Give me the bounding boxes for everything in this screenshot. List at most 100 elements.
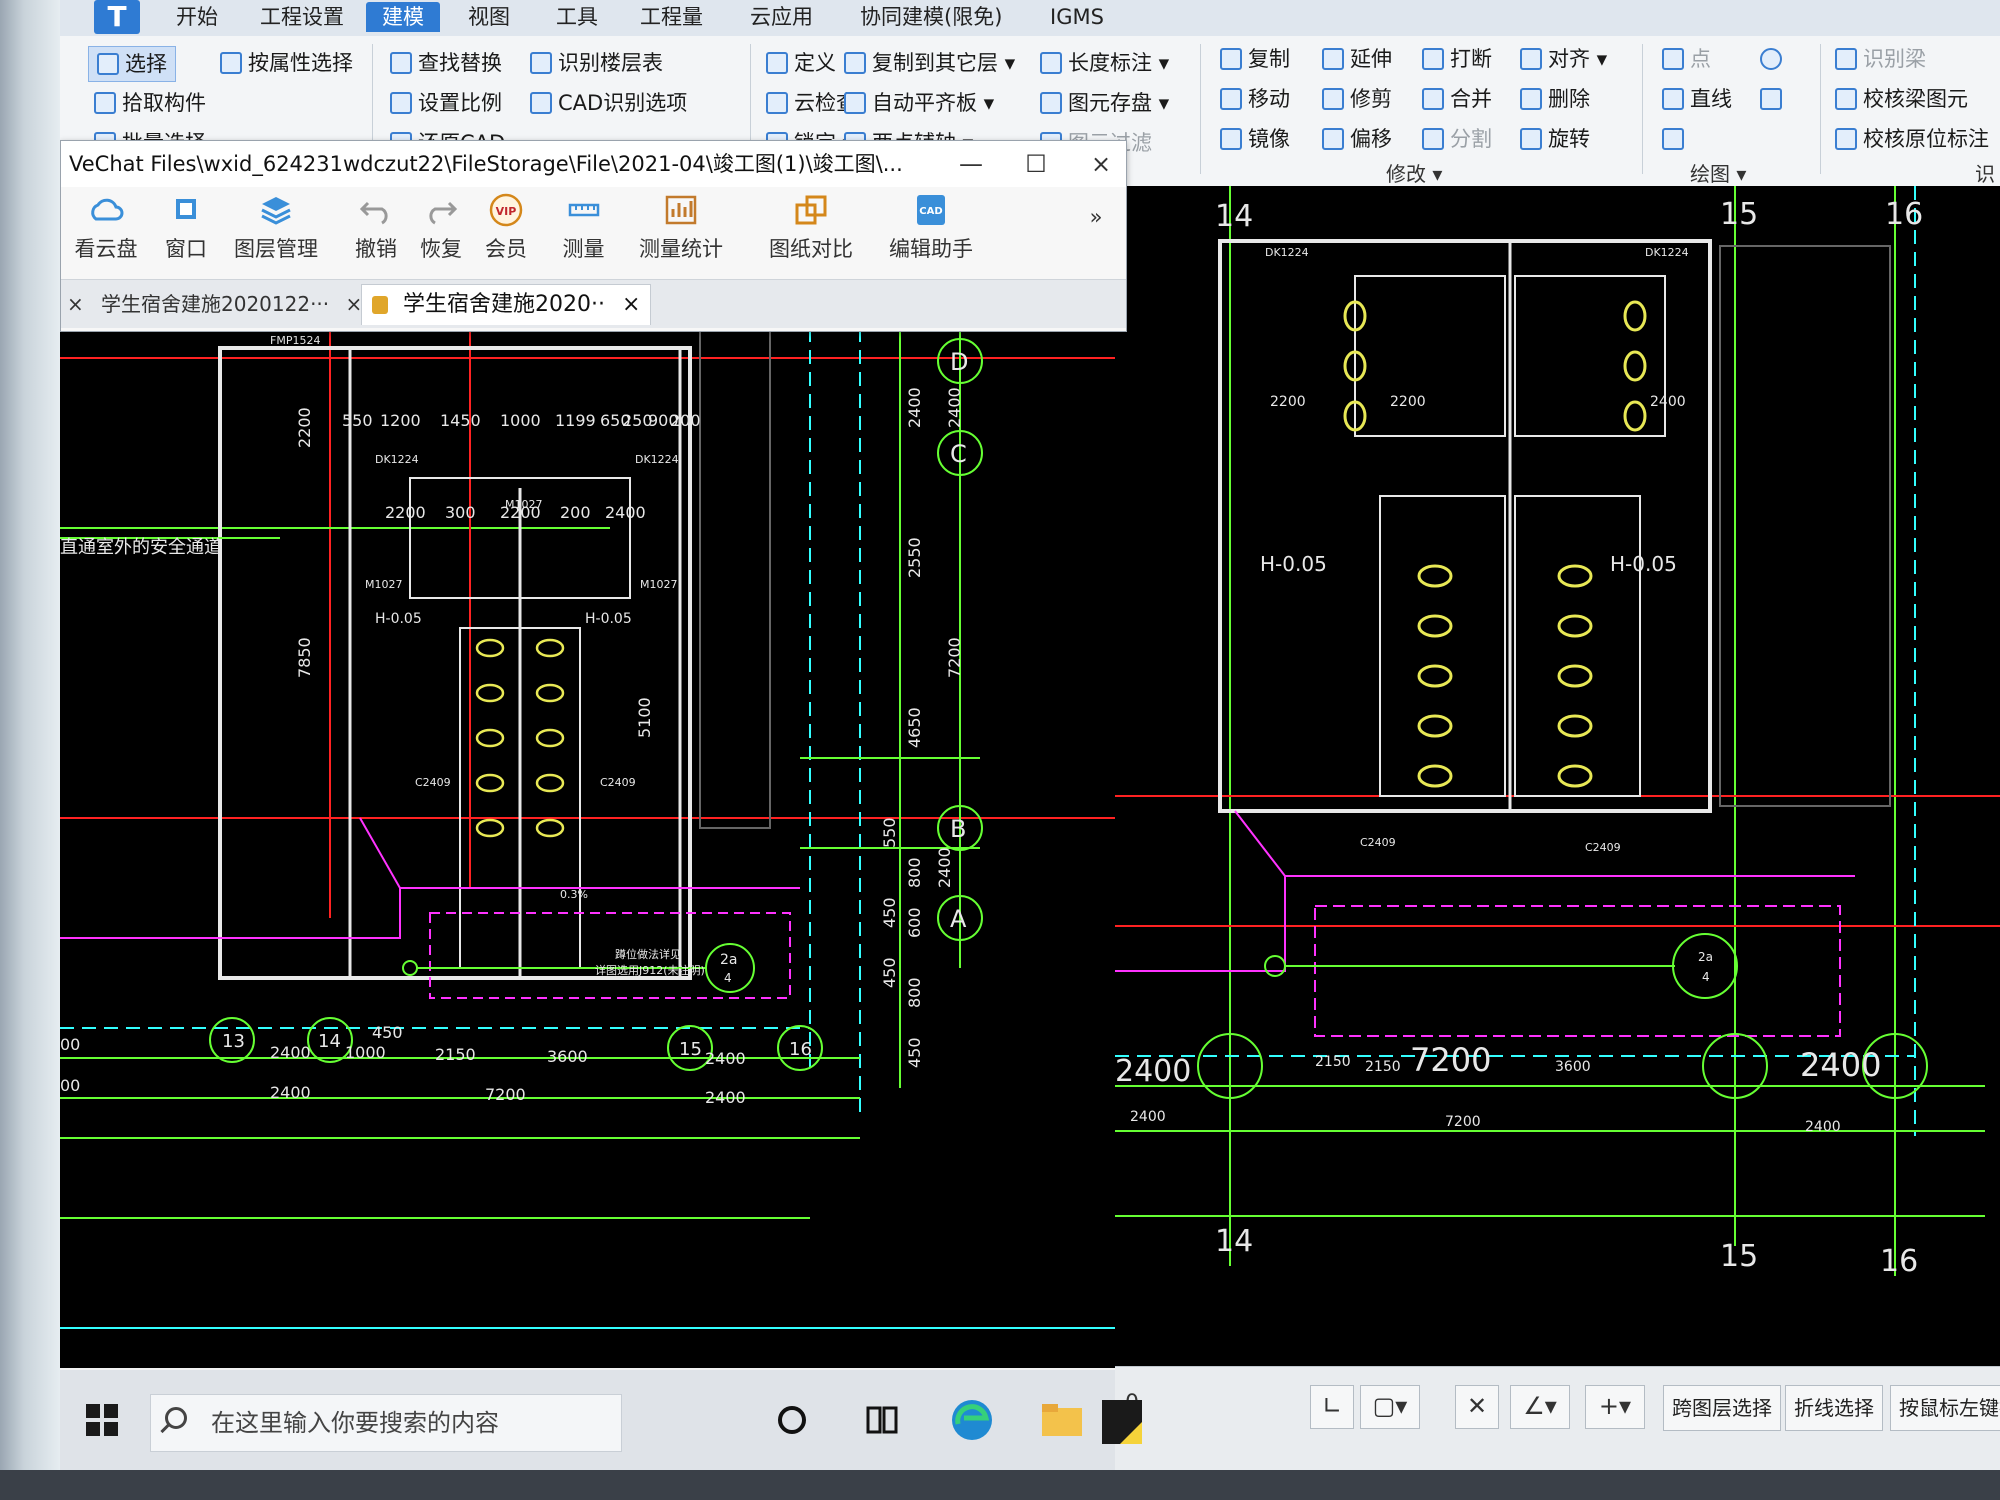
cortana-icon[interactable] [760, 1388, 824, 1452]
polyline-select-button[interactable]: 折线选择 [1785, 1385, 1883, 1431]
toilet-fixture [535, 773, 565, 793]
copy-floors-icon [844, 52, 866, 74]
check-beam-elements-button[interactable]: 校核梁图元 [1835, 82, 1968, 116]
tab-collab-modeling[interactable]: 协同建模(限免) [860, 2, 1002, 32]
find-replace-button[interactable]: 查找替换 [390, 46, 502, 80]
vertical-dim: 4650 [905, 707, 924, 748]
vertical-dim: 2550 [905, 537, 924, 578]
tab-modeling[interactable]: 建模 [366, 2, 440, 32]
tab-start[interactable]: 开始 [176, 2, 218, 32]
split-button[interactable]: 分割 [1422, 122, 1492, 156]
check-original-annotation-button[interactable]: 校核原位标注 [1835, 122, 1989, 156]
break-button[interactable]: 打断 [1422, 42, 1492, 76]
sticky-notes-icon[interactable] [1090, 1390, 1154, 1454]
viewer-drawing-canvas[interactable]: FMP1524 DK1224 DK1224 M1027 M1027 M1027 … [60, 327, 1115, 1368]
app-logo[interactable]: T [94, 0, 140, 34]
vip-member-button[interactable]: VIP 会员 [471, 193, 541, 263]
dim-text: 2400 [1805, 1119, 1841, 1135]
dynamic-input-icon[interactable]: +▾ [1585, 1385, 1645, 1429]
pick-component-button[interactable]: 拾取构件 [94, 86, 206, 120]
identify-floor-table-button[interactable]: 识别楼层表 [530, 46, 663, 80]
save-elements-button[interactable]: 图元存盘 ▾ [1040, 86, 1169, 120]
tab-project-settings[interactable]: 工程设置 [260, 2, 344, 32]
trim-button[interactable]: 修剪 [1322, 82, 1392, 116]
scale-icon [390, 92, 412, 114]
axis-label-14: 14 [318, 1031, 341, 1052]
tab-view[interactable]: 视图 [468, 2, 510, 32]
top-dim: 1450 [440, 411, 481, 430]
circle-tool-button[interactable] [1760, 42, 1788, 76]
select-button[interactable]: 选择 [88, 46, 176, 82]
window-button[interactable]: 窗口 [141, 193, 231, 263]
tab-tools[interactable]: 工具 [556, 2, 598, 32]
doc-tab-1[interactable]: 学生宿舍建施2020122··· × [91, 284, 372, 324]
move-button[interactable]: 移动 [1220, 82, 1290, 116]
select-by-attribute-button[interactable]: 按属性选择 [220, 46, 353, 80]
set-scale-button[interactable]: 设置比例 [390, 86, 502, 120]
top-dim: 1199 [555, 411, 596, 430]
mouse-left-specify-button[interactable]: 按鼠标左键指定 [1890, 1385, 2000, 1431]
vertical-dim: 800 [905, 857, 924, 888]
toilet-fixture [535, 818, 565, 838]
copy-to-other-floors-button[interactable]: 复制到其它层 ▾ [844, 46, 1015, 80]
right-floor-plan: 14 15 16 H-0.05 H-0.05 2200 2200 2400 DK… [1115, 186, 2000, 1279]
viewer-title-bar[interactable]: VeChat Files\wxid_624231wdczut22\FileSto… [61, 141, 1126, 187]
file-explorer-icon[interactable] [1030, 1388, 1094, 1452]
drawing-compare-button[interactable]: 图纸对比 [756, 193, 866, 263]
doc-tab-2[interactable]: 学生宿舍建施2020·· × [361, 284, 652, 325]
edge-browser-icon[interactable] [940, 1388, 1004, 1452]
layer-management-button[interactable]: 图层管理 [221, 193, 331, 263]
bottom-dim: 7200 [485, 1085, 526, 1104]
snap-toggle-icon[interactable]: ▢▾ [1360, 1385, 1420, 1429]
undo-button[interactable]: 撤销 [341, 193, 411, 263]
redo-button[interactable]: 恢复 [406, 193, 476, 263]
close-window-button[interactable]: × [1081, 147, 1121, 181]
measure-button[interactable]: 测量 [546, 193, 621, 263]
close-tab-icon[interactable]: × [346, 292, 363, 316]
tab-igms[interactable]: IGMS [1050, 2, 1104, 32]
close-tab-icon[interactable]: × [622, 292, 640, 317]
merge-button[interactable]: 合并 [1422, 82, 1492, 116]
mirror-button[interactable]: 镜像 [1220, 122, 1290, 156]
minimize-button[interactable]: — [951, 147, 991, 181]
copy-button[interactable]: 复制 [1220, 42, 1290, 76]
detail-note: 详图选用J912(未注明) [595, 963, 705, 977]
align-button[interactable]: 对齐 ▾ [1520, 42, 1607, 76]
task-view-icon[interactable] [850, 1388, 914, 1452]
auto-align-slab-button[interactable]: 自动平齐板 ▾ [844, 86, 994, 120]
more-tools-button[interactable]: » [1081, 205, 1111, 229]
room-dim: 300 [445, 503, 476, 522]
tab-cloud-apps[interactable]: 云应用 [750, 2, 813, 32]
door-label: M1027 [640, 578, 678, 591]
delete-button[interactable]: 删除 [1520, 82, 1590, 116]
line-button[interactable]: 直线 [1662, 82, 1732, 116]
edit-assistant-button[interactable]: CAD 编辑助手 [876, 193, 986, 263]
point-button[interactable]: 点 [1662, 42, 1711, 76]
define-button[interactable]: 定义 [766, 46, 836, 80]
toilet-fixture [1557, 664, 1593, 688]
vertical-dim: 2200 [295, 407, 314, 448]
bottom-dim: 2150 [435, 1045, 476, 1064]
identify-beam-button[interactable]: 识别梁 [1835, 42, 1926, 76]
extend-button[interactable]: 延伸 [1322, 42, 1392, 76]
length-dimension-button[interactable]: 长度标注 ▾ [1040, 46, 1169, 80]
taskbar-search-input[interactable]: 在这里输入你要搜索的内容 [150, 1394, 622, 1452]
cad-recognition-options-button[interactable]: CAD识别选项 [530, 86, 687, 120]
cloud-disk-button[interactable]: 看云盘 [61, 193, 151, 263]
measure-statistics-button[interactable]: 测量统计 [626, 193, 736, 263]
rotate-button[interactable]: 旋转 [1520, 122, 1590, 156]
tab-quantities[interactable]: 工程量 [640, 2, 703, 32]
angle-icon[interactable]: ∠▾ [1510, 1385, 1570, 1429]
vertical-dim: 550 [880, 817, 899, 848]
cross-select-icon[interactable]: ✕ [1455, 1385, 1499, 1429]
main-drawing-canvas[interactable]: 14 15 16 H-0.05 H-0.05 2200 2200 2400 DK… [1115, 186, 2000, 1366]
offset-button[interactable]: 偏移 [1322, 122, 1392, 156]
ortho-toggle-icon[interactable]: ∟ [1310, 1385, 1354, 1429]
windows-start-icon[interactable] [70, 1388, 134, 1452]
rectangle-tool-button[interactable] [1760, 82, 1788, 116]
close-tab-button[interactable]: × [61, 284, 90, 324]
maximize-button[interactable]: ☐ [1016, 147, 1056, 181]
room-wall [1218, 239, 1712, 813]
cross-layer-select-button[interactable]: 跨图层选择 [1663, 1385, 1781, 1431]
arc-tool-button[interactable] [1662, 122, 1690, 156]
